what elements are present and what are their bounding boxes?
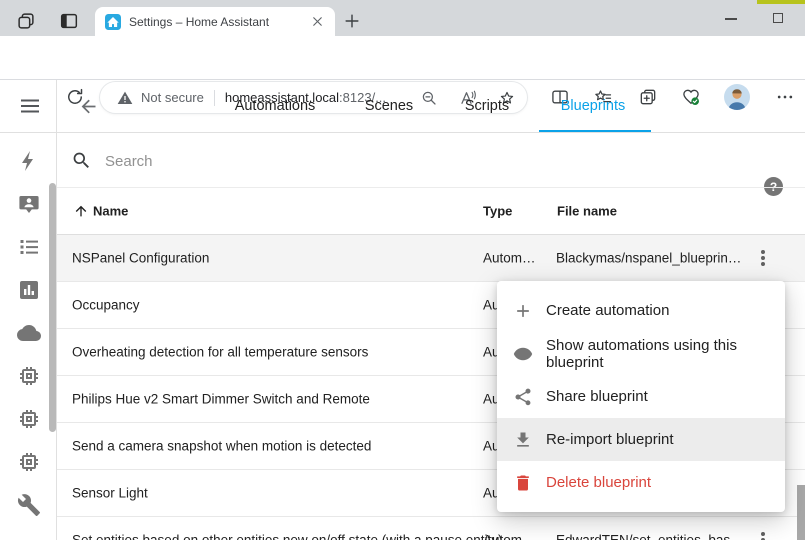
browser-tab[interactable]: Settings – Home Assistant <box>95 7 335 36</box>
search-input[interactable] <box>103 133 707 189</box>
column-header-name[interactable]: Name <box>93 204 128 219</box>
tab-scripts[interactable]: Scripts <box>465 98 509 114</box>
active-tab-underline <box>539 130 651 132</box>
screen-edge-indicator <box>757 0 805 4</box>
sidebar-item-integration-2[interactable] <box>17 407 41 431</box>
home-assistant-favicon <box>105 14 121 30</box>
tab-scenes[interactable]: Scenes <box>365 98 413 114</box>
ha-back-icon[interactable] <box>78 96 99 117</box>
sidebar-item-cloud[interactable] <box>17 321 41 345</box>
column-header-file[interactable]: File name <box>557 204 617 219</box>
table-header: Name Type File name <box>57 188 805 235</box>
tab-title: Settings – Home Assistant <box>129 15 310 29</box>
trash-icon <box>513 473 533 493</box>
plus-icon <box>513 301 533 321</box>
row-overflow-menu-icon[interactable] <box>751 528 775 540</box>
blueprint-context-menu: Create automation Show automations using… <box>497 281 785 512</box>
sidebar-item-dashboards[interactable] <box>17 278 41 302</box>
menu-item-create-automation[interactable]: Create automation <box>497 289 785 332</box>
tab-close-icon[interactable] <box>310 14 325 29</box>
table-row-nspanel[interactable]: NSPanel Configuration Autom… Blackymas/n… <box>57 235 805 282</box>
sidebar-item-developer-tools[interactable] <box>17 493 41 517</box>
share-icon <box>513 387 533 407</box>
browser-toolbar: Not secure homeassistant.local :8123/... <box>0 36 805 80</box>
window-maximize-icon[interactable] <box>773 13 783 23</box>
eye-icon <box>513 344 533 364</box>
menu-item-show-automations[interactable]: Show automations using this blueprint <box>497 332 785 375</box>
search-row <box>57 133 805 188</box>
row-overflow-menu-icon[interactable] <box>751 246 775 270</box>
sidebar-item-integration-1[interactable] <box>17 364 41 388</box>
table-row-set-entities[interactable]: Set entities based on other entities new… <box>57 517 805 540</box>
page-scrollbar[interactable] <box>797 485 805 540</box>
ha-header: Automations Scenes Scripts Blueprints ? <box>0 80 805 133</box>
search-icon <box>71 150 92 171</box>
window-minimize-icon[interactable] <box>725 18 737 20</box>
column-header-type[interactable]: Type <box>483 204 512 219</box>
sidebar-item-todo-lists[interactable] <box>17 235 41 259</box>
tab-automations[interactable]: Automations <box>235 98 316 114</box>
menu-item-share-blueprint[interactable]: Share blueprint <box>497 375 785 418</box>
browser-tabstrip: Settings – Home Assistant <box>0 0 805 36</box>
sidebar-item-integration-3[interactable] <box>17 450 41 474</box>
menu-item-delete-blueprint[interactable]: Delete blueprint <box>497 461 785 504</box>
sort-arrow-icon <box>73 203 89 219</box>
content-scrollbar[interactable] <box>49 183 56 432</box>
menu-item-reimport-blueprint[interactable]: Re-import blueprint <box>497 418 785 461</box>
tab-blueprints[interactable]: Blueprints <box>561 98 625 114</box>
workspaces-icon[interactable] <box>15 10 37 32</box>
new-tab-icon[interactable] <box>342 11 364 33</box>
sidebar-item-voice-assistants[interactable] <box>17 192 41 216</box>
download-icon <box>513 430 533 450</box>
vertical-tabs-icon[interactable] <box>58 10 80 32</box>
sidebar-item-energy[interactable] <box>17 149 41 173</box>
browser-window: Settings – Home Assistant Not secure hom… <box>0 0 805 540</box>
